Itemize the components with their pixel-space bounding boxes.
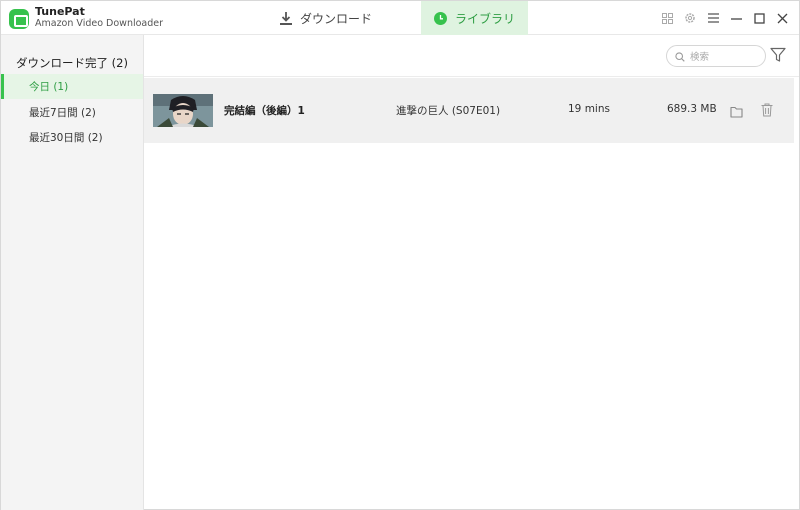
app-window: TunePat Amazon Video Downloader ダウンロード ラ…	[0, 0, 800, 510]
sidebar-item-today[interactable]: 今日 (1)	[1, 74, 143, 99]
app-logo-icon	[9, 9, 29, 29]
row-title: 完結編（後編）1	[224, 105, 305, 117]
table-row[interactable]: 完結編（後編）1 進撃の巨人 (S07E01) 19 mins 689.3 MB	[144, 78, 794, 143]
filter-icon[interactable]	[770, 47, 788, 65]
sidebar: ダウンロード完了 (2) 今日 (1) 最近7日間 (2) 最近30日間 (2)	[1, 35, 144, 510]
gear-icon[interactable]	[679, 7, 701, 29]
search-input[interactable]: 検索	[666, 45, 766, 67]
trash-icon[interactable]	[761, 102, 775, 117]
sidebar-item-label: 最近30日間 (2)	[29, 132, 103, 144]
window-controls	[655, 1, 799, 35]
row-duration: 19 mins	[568, 103, 610, 115]
sidebar-item-label: 今日 (1)	[29, 81, 69, 93]
tab-library[interactable]: ライブラリ	[421, 1, 528, 35]
sidebar-header: ダウンロード完了 (2)	[16, 56, 128, 70]
tab-library-label: ライブラリ	[454, 11, 515, 26]
search-placeholder: 検索	[690, 52, 710, 63]
download-icon	[279, 11, 292, 25]
sidebar-item-label: 最近7日間 (2)	[29, 107, 96, 119]
sidebar-item-last-7-days[interactable]: 最近7日間 (2)	[1, 100, 143, 125]
app-name: TunePat	[35, 5, 85, 18]
minimize-icon[interactable]	[725, 7, 747, 29]
tab-download-label: ダウンロード	[299, 11, 372, 26]
grid-icon[interactable]	[656, 7, 678, 29]
title-bar: TunePat Amazon Video Downloader ダウンロード ラ…	[1, 1, 799, 35]
library-toolbar: 検索	[144, 35, 799, 77]
app-subtitle: Amazon Video Downloader	[35, 18, 164, 29]
row-series: 進撃の巨人 (S07E01)	[396, 105, 501, 117]
maximize-icon[interactable]	[748, 7, 770, 29]
clock-icon	[433, 11, 447, 25]
row-size: 689.3 MB	[667, 103, 717, 115]
search-icon	[675, 47, 685, 66]
menu-icon[interactable]	[702, 7, 724, 29]
folder-icon[interactable]	[730, 103, 744, 118]
video-thumbnail	[153, 94, 213, 127]
close-icon[interactable]	[771, 7, 793, 29]
tab-download[interactable]: ダウンロード	[271, 1, 381, 35]
sidebar-item-last-30-days[interactable]: 最近30日間 (2)	[1, 125, 143, 150]
